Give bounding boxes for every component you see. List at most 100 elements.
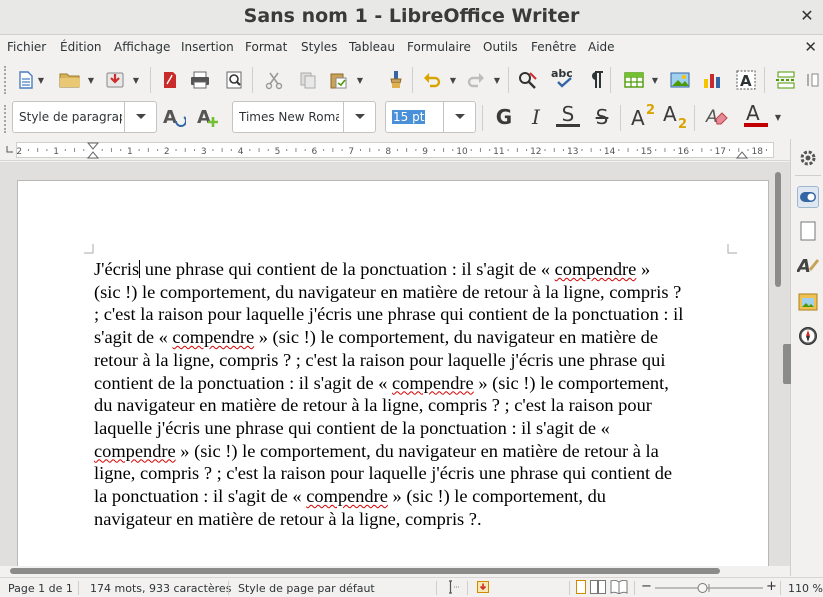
document-line[interactable]: retour à la ligne, compris ? ; c'est la … [94, 349, 734, 372]
paragraph-style-value[interactable]: Style de paragraphe [19, 110, 122, 124]
font-color-icon[interactable]: A [742, 103, 770, 127]
menu-affichage[interactable]: Affichage [114, 40, 170, 54]
text-run[interactable]: » (sic !) le comportement, du [388, 486, 606, 506]
font-name-dropdown-icon[interactable] [343, 102, 375, 132]
close-document-button[interactable]: ✕ [804, 38, 817, 56]
text-run[interactable]: contient de la ponctuation : il s'agit d… [94, 373, 392, 393]
strikethrough-button[interactable]: S [590, 105, 614, 129]
text-run[interactable]: » (sic !) le comportement, [474, 373, 669, 393]
update-style-icon[interactable]: A [162, 105, 186, 129]
document-text[interactable]: J'écris une phrase qui contient de la po… [94, 258, 734, 530]
horizontal-scrollbar-thumb[interactable] [10, 568, 720, 574]
toolbar-grip[interactable] [4, 66, 8, 94]
window-close-button[interactable]: ✕ [797, 6, 817, 26]
menu-edition[interactable]: Édition [60, 40, 102, 54]
text-run[interactable]: laquelle j'écris une phrase qui contient… [94, 418, 610, 438]
text-run[interactable]: retour à la ligne, compris ? ; c'est la … [94, 350, 665, 370]
redo-dropdown-icon[interactable]: ▼ [492, 68, 502, 92]
page[interactable]: J'écris une phrase qui contient de la po… [17, 180, 769, 566]
font-name-combo[interactable]: Times New Roman [232, 101, 376, 133]
undo-icon[interactable] [420, 68, 444, 92]
document-line[interactable]: ; c'est la raison pour laquelle j'écris … [94, 303, 734, 326]
page-indicator[interactable]: Page 1 de 1 [8, 582, 73, 595]
sidebar-styles-icon[interactable]: A [797, 254, 819, 276]
document-modified-icon[interactable] [477, 581, 489, 596]
text-run[interactable]: une phrase qui contient de la ponctuatio… [140, 259, 554, 279]
misspelled-word[interactable]: compendre [94, 441, 176, 461]
multi-page-view-icon[interactable] [590, 580, 606, 597]
redo-icon[interactable] [464, 68, 488, 92]
print-preview-icon[interactable] [222, 68, 246, 92]
document-line[interactable]: compendre » (sic !) le comportement, du … [94, 440, 734, 463]
document-line[interactable]: s'agit de « compendre » (sic !) le compo… [94, 326, 734, 349]
insert-page-break-icon[interactable] [774, 68, 798, 92]
font-name-value[interactable]: Times New Roman [239, 110, 339, 124]
misspelled-word[interactable]: compendre [306, 486, 388, 506]
document-line[interactable]: laquelle j'écris une phrase qui contient… [94, 417, 734, 440]
insert-textbox-icon[interactable]: A [734, 68, 758, 92]
book-view-icon[interactable] [610, 580, 628, 597]
document-area[interactable]: J'écris une phrase qui contient de la po… [0, 162, 790, 566]
save-icon[interactable] [103, 68, 127, 92]
sidebar-page-icon[interactable] [797, 220, 819, 242]
paste-icon[interactable] [326, 68, 350, 92]
clone-formatting-icon[interactable] [384, 68, 408, 92]
text-run[interactable]: navigateur en matière de retour à la lig… [94, 509, 482, 529]
word-count[interactable]: 174 mots, 933 caractères [90, 582, 231, 595]
more-options-icon[interactable] [806, 68, 820, 92]
export-pdf-icon[interactable] [158, 68, 182, 92]
superscript-icon[interactable]: A2 [630, 103, 658, 127]
font-color-dropdown-icon[interactable]: ▼ [773, 105, 783, 129]
insert-mode-icon[interactable] [446, 580, 460, 597]
save-dropdown-icon[interactable]: ▼ [131, 68, 141, 92]
text-run[interactable]: du navigateur en matière de retour à la … [94, 395, 652, 415]
document-line[interactable]: contient de la ponctuation : il s'agit d… [94, 372, 734, 395]
horizontal-scrollbar[interactable] [0, 566, 790, 576]
insert-chart-icon[interactable] [700, 68, 724, 92]
page-style[interactable]: Style de page par défaut [238, 582, 375, 595]
zoom-in-button[interactable]: + [766, 579, 777, 594]
sidebar-navigator-icon[interactable] [797, 325, 819, 347]
menu-outils[interactable]: Outils [483, 40, 518, 54]
paste-dropdown-icon[interactable]: ▼ [355, 68, 365, 92]
table-dropdown-icon[interactable]: ▼ [650, 68, 660, 92]
document-line[interactable]: navigateur en matière de retour à la lig… [94, 508, 734, 531]
document-line[interactable]: du navigateur en matière de retour à la … [94, 394, 734, 417]
document-line[interactable]: (sic !) le comportement, du navigateur e… [94, 281, 734, 304]
clear-formatting-icon[interactable]: A [704, 105, 728, 129]
paragraph-style-dropdown-icon[interactable] [124, 102, 156, 132]
new-dropdown-icon[interactable]: ▼ [36, 68, 46, 92]
text-run[interactable]: J'écris [94, 259, 139, 279]
document-line[interactable]: ligne, compris ? ; c'est la raison pour … [94, 462, 734, 485]
font-size-combo[interactable]: 15 pt [385, 101, 476, 133]
menu-styles[interactable]: Styles [301, 40, 337, 54]
misspelled-word[interactable]: compendre [172, 327, 254, 347]
cut-icon[interactable] [262, 68, 286, 92]
menu-aide[interactable]: Aide [588, 40, 615, 54]
open-folder-icon[interactable] [58, 68, 82, 92]
document-line[interactable]: J'écris une phrase qui contient de la po… [94, 258, 734, 281]
sidebar-collapse-handle[interactable] [783, 344, 791, 384]
insert-table-icon[interactable] [622, 68, 646, 92]
toolbar-grip[interactable] [4, 105, 8, 133]
find-replace-icon[interactable] [516, 68, 540, 92]
text-run[interactable]: » (sic !) le comportement, du navigateur… [176, 441, 659, 461]
zoom-percent[interactable]: 110 % [788, 582, 823, 595]
sidebar-gallery-icon[interactable] [797, 291, 819, 313]
menu-formulaire[interactable]: Formulaire [407, 40, 471, 54]
sidebar-properties-icon[interactable] [797, 186, 819, 208]
text-run[interactable]: » (sic !) le comportement, du navigateur… [254, 327, 658, 347]
paragraph-style-combo[interactable]: Style de paragraphe [12, 101, 157, 133]
text-run[interactable]: » [636, 259, 650, 279]
text-run[interactable]: ligne, compris ? ; c'est la raison pour … [94, 463, 672, 483]
zoom-slider[interactable] [653, 581, 765, 595]
copy-icon[interactable] [296, 68, 320, 92]
text-run[interactable]: s'agit de « [94, 327, 172, 347]
new-document-icon[interactable] [14, 68, 38, 92]
misspelled-word[interactable]: compendre [392, 373, 474, 393]
text-run[interactable]: (sic !) le comportement, du navigateur e… [94, 282, 681, 302]
font-size-value[interactable]: 15 pt [392, 110, 425, 124]
menu-tableau[interactable]: Tableau [349, 40, 395, 54]
horizontal-ruler[interactable]: 21123456789101112131415161718 [0, 139, 790, 161]
underline-button[interactable]: S [556, 103, 580, 127]
